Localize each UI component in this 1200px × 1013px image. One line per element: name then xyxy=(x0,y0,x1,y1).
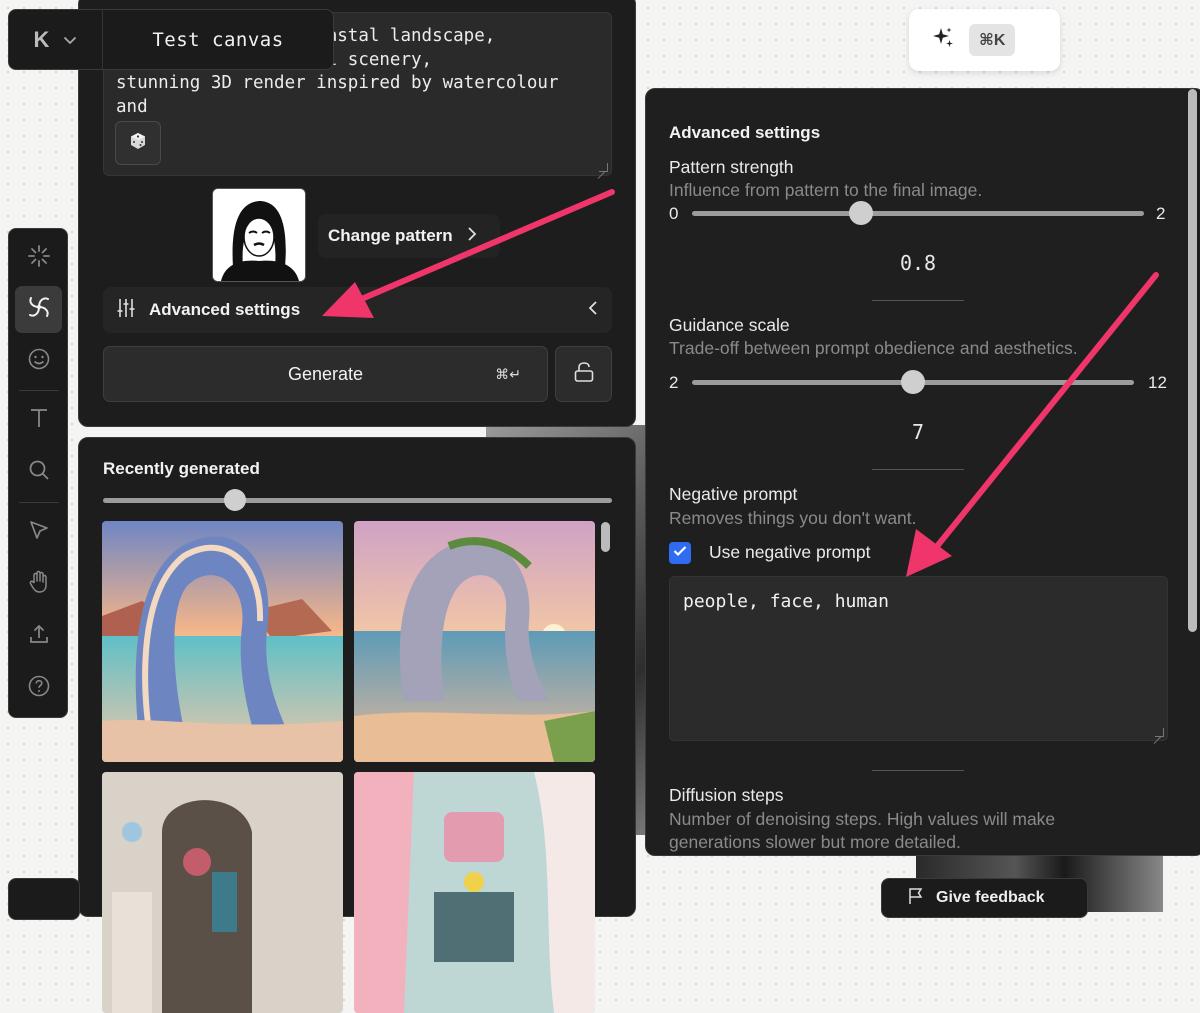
negative-prompt-input[interactable]: people, face, human xyxy=(669,576,1168,741)
diffusion-steps-description: Number of denoising steps. High values w… xyxy=(669,809,1056,852)
change-pattern-button[interactable]: Change pattern xyxy=(318,214,500,258)
generated-image-thumbnail[interactable] xyxy=(354,521,595,762)
dice-icon xyxy=(128,131,148,156)
resize-handle[interactable] xyxy=(599,163,608,172)
smiley-icon xyxy=(27,347,51,376)
advanced-settings-label: Advanced settings xyxy=(149,300,301,319)
pattern-strength-label: Pattern strength xyxy=(669,157,794,177)
chevron-right-icon xyxy=(467,226,477,247)
diffusion-steps-label: Diffusion steps xyxy=(669,785,784,805)
guidance-scale-value: 7 xyxy=(911,420,925,444)
tool-generate[interactable] xyxy=(15,286,62,333)
tool-pan[interactable] xyxy=(15,561,62,608)
room-image xyxy=(102,772,343,1013)
section-divider xyxy=(872,770,964,771)
help-icon xyxy=(27,674,51,703)
generated-image-thumbnail[interactable] xyxy=(102,772,343,1013)
generate-button[interactable]: Generate ⌘↵ xyxy=(103,346,548,402)
arch-landscape-image xyxy=(102,521,343,762)
guidance-scale-description: Trade-off between prompt obedience and a… xyxy=(669,338,1078,358)
guidance-scale-label: Guidance scale xyxy=(669,315,790,335)
section-divider xyxy=(872,469,964,470)
pattern-strength-description: Influence from pattern to the final imag… xyxy=(669,180,983,200)
command-palette-button[interactable]: ⌘K xyxy=(909,9,1060,71)
checkmark-icon xyxy=(673,544,687,562)
negative-prompt-description: Removes things you don't want. xyxy=(669,508,917,528)
feedback-button[interactable]: Give feedback xyxy=(881,878,1088,918)
tool-divider xyxy=(19,502,59,503)
tool-divider xyxy=(19,390,59,391)
guidance-scale-slider-handle[interactable] xyxy=(901,370,925,394)
tool-bar xyxy=(8,228,68,718)
flag-icon xyxy=(908,887,924,910)
hand-icon xyxy=(28,570,50,599)
change-pattern-label: Change pattern xyxy=(328,226,453,245)
advanced-settings-toggle[interactable]: Advanced settings xyxy=(103,287,612,333)
chevron-down-icon xyxy=(63,32,77,48)
advanced-settings-panel: Advanced settings Pattern strength Influ… xyxy=(645,88,1200,856)
generate-shortcut: ⌘↵ xyxy=(495,366,521,382)
negative-prompt-text[interactable]: people, face, human xyxy=(683,591,889,612)
generated-image-thumbnail[interactable] xyxy=(102,521,343,762)
history-button[interactable] xyxy=(8,878,80,920)
portrait-pattern-image xyxy=(213,189,305,281)
unlock-icon xyxy=(573,361,595,388)
negative-prompt-label: Negative prompt xyxy=(669,484,798,504)
command-shortcut-badge: ⌘K xyxy=(969,24,1016,56)
guidance-scale-min: 2 xyxy=(669,373,679,392)
thumbnail-size-slider[interactable] xyxy=(103,498,612,503)
cursor-icon xyxy=(28,519,50,546)
room-image xyxy=(354,772,595,1013)
tool-text[interactable] xyxy=(15,397,62,444)
advanced-settings-scrollbar[interactable] xyxy=(1188,89,1197,632)
sliders-icon xyxy=(117,298,135,323)
seed-lock-button[interactable] xyxy=(555,346,612,402)
tool-search[interactable] xyxy=(15,449,62,496)
use-negative-prompt-label[interactable]: Use negative prompt xyxy=(709,542,870,563)
recent-generations-panel: Recently generated xyxy=(78,437,636,1013)
pattern-strength-slider-handle[interactable] xyxy=(849,201,873,225)
pattern-strength-slider[interactable] xyxy=(692,211,1144,216)
project-bar: K Test canvas xyxy=(8,9,334,70)
recent-title: Recently generated xyxy=(103,459,260,478)
text-icon xyxy=(28,407,50,434)
sparkle-icon xyxy=(931,26,955,55)
resize-handle[interactable] xyxy=(1155,728,1164,737)
tool-help[interactable] xyxy=(15,665,62,712)
generate-label: Generate xyxy=(287,363,364,384)
thumbnail-size-slider-handle[interactable] xyxy=(224,489,246,511)
tool-export[interactable] xyxy=(15,613,62,660)
pattern-strength-max: 2 xyxy=(1156,204,1166,223)
project-avatar-letter: K xyxy=(33,26,50,52)
feedback-label: Give feedback xyxy=(936,889,1045,906)
advanced-settings-title: Advanced settings xyxy=(669,123,821,142)
chevron-left-icon xyxy=(588,300,598,321)
random-prompt-button[interactable] xyxy=(115,121,161,165)
section-divider xyxy=(872,300,964,301)
tool-loading[interactable] xyxy=(15,235,62,282)
pattern-thumbnail[interactable] xyxy=(212,188,306,282)
generated-image-thumbnail[interactable] xyxy=(354,772,595,1013)
search-icon xyxy=(28,459,50,486)
swirl-icon xyxy=(26,294,52,325)
spinner-icon xyxy=(27,244,51,273)
project-switcher[interactable]: K xyxy=(9,10,103,69)
tool-face[interactable] xyxy=(15,338,62,385)
pattern-strength-min: 0 xyxy=(669,204,679,223)
upload-icon xyxy=(28,623,50,650)
recent-scrollbar[interactable] xyxy=(601,522,610,552)
guidance-scale-max: 12 xyxy=(1148,373,1167,392)
pattern-strength-value: 0.8 xyxy=(899,251,937,275)
project-name[interactable]: Test canvas xyxy=(103,10,333,69)
tool-select[interactable] xyxy=(15,509,62,556)
arch-landscape-image xyxy=(354,521,595,762)
use-negative-prompt-checkbox[interactable] xyxy=(669,542,691,564)
